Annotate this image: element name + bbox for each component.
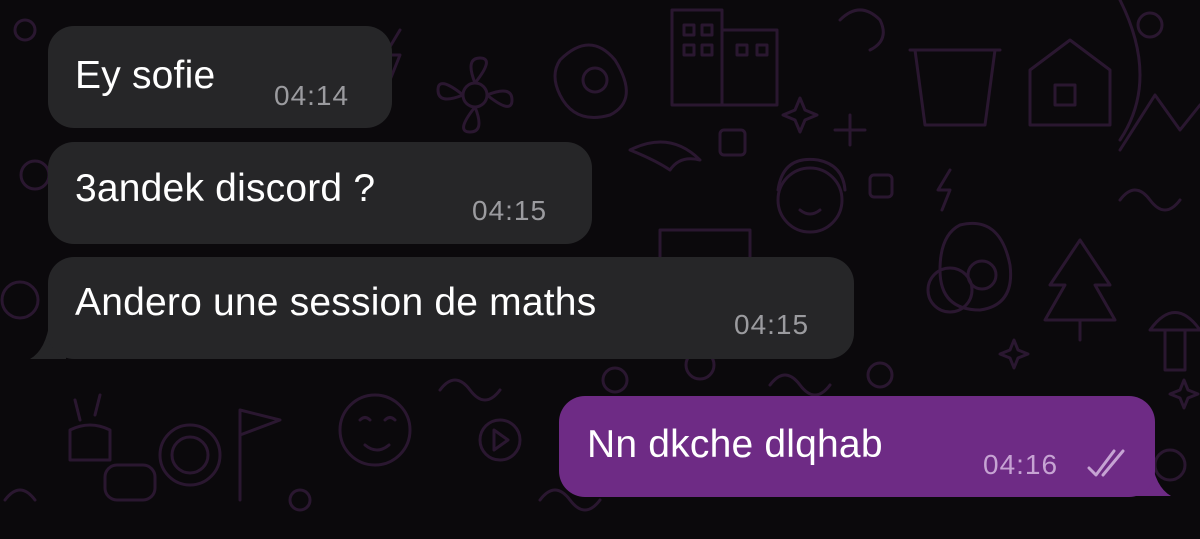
message-text: 3andek discord ? [75,167,376,210]
message-bubble-incoming[interactable]: 3andek discord ? 04:15 [48,142,592,244]
message-text: Ey sofie [75,54,216,97]
message-bubble-incoming[interactable]: Andero une session de maths 04:15 [48,257,854,359]
double-check-read-icon [1087,449,1125,477]
message-bubble-outgoing[interactable]: Nn dkche dlqhab 04:16 [559,396,1155,497]
message-text: Andero une session de maths [75,281,597,324]
message-timestamp: 04:15 [472,195,548,226]
message-timestamp: 04:16 [983,449,1059,480]
message-bubble-incoming[interactable]: Ey sofie 04:14 [48,26,392,128]
message-text: Nn dkche dlqhab [587,423,883,466]
message-timestamp: 04:14 [274,80,350,111]
message-timestamp: 04:15 [734,309,810,340]
